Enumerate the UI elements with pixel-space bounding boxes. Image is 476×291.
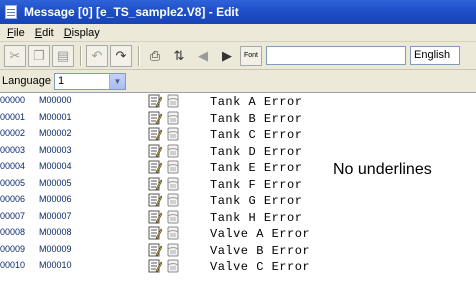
message-id: M00009: [39, 243, 72, 254]
message-text: Tank F Error: [210, 177, 303, 192]
list-item[interactable]: 00002 M00002 Tank C Error: [0, 126, 476, 142]
annotation-label: No underlines: [331, 161, 434, 179]
list-item[interactable]: 00000 M00000 Tank A Error: [0, 93, 476, 109]
message-id: M00003: [39, 144, 72, 155]
display-icon[interactable]: [166, 177, 180, 191]
undo-icon[interactable]: ↶: [86, 44, 108, 67]
display-icon[interactable]: [166, 210, 180, 224]
display-icon[interactable]: [166, 193, 180, 207]
display-icon[interactable]: [166, 144, 180, 158]
edit-icon[interactable]: [148, 127, 163, 141]
redo-icon[interactable]: ↷: [110, 44, 132, 67]
edit-icon[interactable]: [148, 144, 163, 158]
language-label: Language: [2, 75, 51, 87]
message-list[interactable]: 00000 M00000 Tank A Error 00001 M00001 Tank B…: [0, 92, 476, 291]
list-item[interactable]: 00009 M00009 Valve B Error: [0, 242, 476, 258]
display-icon[interactable]: [166, 127, 180, 141]
message-text: Tank C Error: [210, 128, 303, 142]
language-value: 1: [57, 75, 65, 87]
message-id: M00006: [39, 194, 72, 204]
display-icon[interactable]: [166, 226, 180, 240]
message-text: Valve A Error: [210, 227, 311, 241]
next-icon[interactable]: ▶: [216, 45, 238, 67]
chevron-down-icon[interactable]: ▼: [108, 73, 125, 89]
edit-icon[interactable]: [148, 94, 163, 108]
message-id: M00010: [39, 260, 72, 270]
edit-icon[interactable]: [148, 243, 163, 257]
message-number: 00002: [0, 128, 26, 138]
menu-display[interactable]: Display: [59, 27, 105, 39]
message-number: 00006: [0, 194, 26, 204]
message-text: Tank A Error: [210, 95, 303, 109]
message-number: 00008: [0, 227, 26, 237]
display-icon[interactable]: [166, 94, 180, 108]
message-id: M00008: [39, 227, 72, 237]
message-number: 00005: [0, 177, 26, 188]
list-item[interactable]: 00003 M00003 Tank D Error: [0, 143, 476, 159]
message-text: Valve B Error: [210, 243, 311, 258]
copy-icon[interactable]: ❐: [28, 44, 50, 67]
message-number: 00009: [0, 243, 26, 254]
list-item[interactable]: 00006 M00006 Tank G Error: [0, 192, 476, 208]
message-id: M00005: [39, 177, 72, 188]
message-text-input[interactable]: [266, 46, 407, 65]
document-icon: [4, 4, 18, 20]
message-text: Tank H Error: [210, 210, 303, 225]
edit-icon[interactable]: [148, 259, 163, 273]
display-icon[interactable]: [166, 160, 180, 174]
display-icon[interactable]: [166, 243, 180, 257]
font-button[interactable]: Font: [240, 45, 263, 66]
paste-icon[interactable]: ▤: [52, 44, 74, 67]
message-number: 00001: [0, 111, 26, 122]
display-icon[interactable]: [166, 111, 180, 125]
edit-icon[interactable]: [148, 210, 163, 224]
toolbar: ✂ ❐ ▤ ↶ ↷ ⎙ ⇅ ◀ ▶ Font English: [0, 42, 476, 70]
message-text: Tank D Error: [210, 144, 303, 159]
message-id: M00007: [39, 210, 72, 221]
message-id: M00000: [39, 95, 72, 105]
message-number: 00010: [0, 260, 26, 270]
message-text: Tank E Error: [210, 161, 303, 175]
find-icon[interactable]: ⇅: [168, 45, 190, 67]
language-select[interactable]: 1 ▼: [53, 72, 126, 90]
message-number: 00007: [0, 210, 26, 221]
message-id: M00004: [39, 161, 72, 171]
display-icon[interactable]: [166, 259, 180, 273]
message-number: 00004: [0, 161, 26, 171]
menu-file[interactable]: File: [2, 27, 30, 39]
edit-icon[interactable]: [148, 193, 163, 207]
edit-icon[interactable]: [148, 160, 163, 174]
message-text: Valve C Error: [210, 260, 311, 274]
message-id: M00001: [39, 111, 72, 122]
list-item[interactable]: 00001 M00001 Tank B Error: [0, 110, 476, 126]
menu-edit[interactable]: Edit: [30, 27, 59, 39]
list-item[interactable]: 00007 M00007 Tank H Error: [0, 209, 476, 225]
previous-icon[interactable]: ◀: [192, 45, 214, 67]
cut-icon[interactable]: ✂: [4, 44, 26, 67]
title-bar[interactable]: Message [0] [e_TS_sample2.V8] - Edit: [0, 0, 476, 24]
message-text: Tank B Error: [210, 111, 303, 126]
message-id: M00002: [39, 128, 72, 138]
edit-icon[interactable]: [148, 226, 163, 240]
menu-bar: File Edit Display: [0, 24, 476, 42]
edit-icon[interactable]: [148, 111, 163, 125]
edit-icon[interactable]: [148, 177, 163, 191]
toolbar-separator: [80, 45, 82, 66]
list-item[interactable]: 00008 M00008 Valve A Error: [0, 225, 476, 241]
message-number: 00000: [0, 95, 26, 105]
print-icon[interactable]: ⎙: [144, 45, 166, 67]
message-text: Tank G Error: [210, 194, 303, 208]
language-bar: Language 1 ▼: [0, 70, 476, 92]
message-number: 00003: [0, 144, 26, 155]
list-item[interactable]: 00010 M00010 Valve C Error: [0, 258, 476, 274]
toolbar-separator: [138, 45, 140, 66]
language-name-field[interactable]: English: [410, 46, 461, 65]
window-title: Message [0] [e_TS_sample2.V8] - Edit: [24, 5, 239, 19]
